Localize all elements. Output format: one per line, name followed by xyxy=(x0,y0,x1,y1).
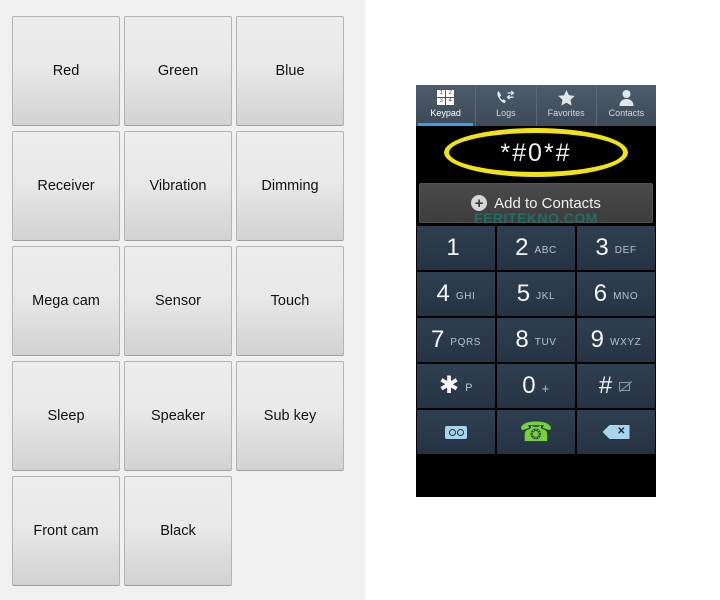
grid-button-label: Front cam xyxy=(33,522,99,539)
tab-label: Logs xyxy=(496,108,516,118)
grid-button-label: Vibration xyxy=(149,177,207,194)
grid-button-green[interactable]: Green xyxy=(124,16,232,126)
key-digit: 3 xyxy=(595,234,609,261)
key-digit: 8 xyxy=(515,326,529,353)
key-letters: GHI xyxy=(455,290,476,302)
grid-button-dimming[interactable]: Dimming xyxy=(236,131,344,241)
grid-button-label: Touch xyxy=(270,292,310,309)
grid-button-label: Speaker xyxy=(150,407,205,424)
grid-button-label: Sensor xyxy=(155,292,201,309)
key-9[interactable]: 9 WXYZ xyxy=(577,318,655,362)
dialed-number-text: *#0*# xyxy=(500,139,572,167)
add-to-contacts-button[interactable]: + Add to Contacts FERITEKNO.COM xyxy=(419,183,653,226)
tab-label: Favorites xyxy=(547,108,585,118)
key-letters: WXYZ xyxy=(610,336,642,348)
key-2[interactable]: 2 ABC xyxy=(497,226,575,270)
key-letters: P xyxy=(465,382,474,394)
tab-favorites[interactable]: Favorites xyxy=(537,85,597,126)
grid-button-label: Sleep xyxy=(47,407,85,424)
grid-button-receiver[interactable]: Receiver xyxy=(12,131,120,241)
key-letters: DEF xyxy=(614,244,637,256)
key-digit: 6 xyxy=(593,280,608,307)
person-icon xyxy=(618,88,635,107)
backspace-key[interactable]: ✕ xyxy=(577,410,655,454)
grid-empty-cell xyxy=(236,476,344,586)
key-hash[interactable]: # xyxy=(577,364,655,408)
dialer-tab-bar: 1234 Keypad Logs Favorites Contacts xyxy=(416,85,656,126)
key-letters: + xyxy=(541,380,550,396)
key-6[interactable]: 6 MNO xyxy=(577,272,655,316)
tab-logs[interactable]: Logs xyxy=(476,85,537,126)
key-8[interactable]: 8 TUV xyxy=(497,318,575,362)
grid-button-mega-cam[interactable]: Mega cam xyxy=(12,246,120,356)
key-5[interactable]: 5 JKL xyxy=(497,272,575,316)
key-digit: 9 xyxy=(590,326,605,353)
tab-label: Keypad xyxy=(430,108,461,118)
grid-button-label: Red xyxy=(52,62,80,79)
key-digit: 2 xyxy=(515,234,529,261)
grid-button-red[interactable]: Red xyxy=(12,16,120,126)
key-digit: 4 xyxy=(436,280,450,307)
key-4[interactable]: 4 GHI xyxy=(417,272,495,316)
key-letters: PQRS xyxy=(450,336,482,348)
grid-button-blue[interactable]: Blue xyxy=(236,16,344,126)
backspace-icon: ✕ xyxy=(602,425,630,439)
watermark-text: FERITEKNO.COM xyxy=(474,210,598,226)
dialer-keypad: 1 2 ABC 3 DEF 4 GHI 5 JKL 6 MNO 7 PQRS 8 xyxy=(416,226,656,457)
grid-button-label: Dimming xyxy=(261,177,319,194)
grid-button-label: Mega cam xyxy=(32,292,100,309)
key-digit: 5 xyxy=(516,280,531,307)
add-to-contacts-label: Add to Contacts xyxy=(494,194,601,212)
service-mode-button-grid: Red Green Blue Receiver Vibration Dimmin… xyxy=(12,16,352,586)
grid-button-label: Sub key xyxy=(263,407,317,424)
key-0[interactable]: 0 + xyxy=(497,364,575,408)
dialed-number-display[interactable]: *#0*# xyxy=(416,126,656,181)
grid-button-vibration[interactable]: Vibration xyxy=(124,131,232,241)
keypad-icon: 1234 xyxy=(437,88,455,107)
tab-keypad[interactable]: 1234 Keypad xyxy=(416,85,477,126)
tab-label: Contacts xyxy=(608,108,645,118)
plus-circle-icon: + xyxy=(471,195,488,211)
grid-button-sleep[interactable]: Sleep xyxy=(12,361,120,471)
voicemail-key[interactable] xyxy=(417,410,495,454)
service-mode-panel: Red Green Blue Receiver Vibration Dimmin… xyxy=(0,0,365,600)
grid-button-label: Blue xyxy=(275,62,305,79)
key-digit: # xyxy=(598,372,613,399)
voicemail-icon xyxy=(445,425,467,439)
key-3[interactable]: 3 DEF xyxy=(577,226,655,270)
key-letters: TUV xyxy=(534,336,557,348)
key-digit: ✱ xyxy=(438,372,460,399)
key-letters: MNO xyxy=(613,290,639,302)
grid-button-black[interactable]: Black xyxy=(124,476,232,586)
key-letters: JKL xyxy=(536,290,556,302)
tab-contacts[interactable]: Contacts xyxy=(597,85,656,126)
key-1[interactable]: 1 xyxy=(417,226,495,270)
grid-button-label: Receiver xyxy=(37,177,95,194)
key-star[interactable]: ✱ P xyxy=(417,364,495,408)
call-key[interactable]: ☎ xyxy=(497,410,575,454)
star-icon xyxy=(557,88,576,107)
android-dialer-screenshot: 1234 Keypad Logs Favorites Contacts *#0*… xyxy=(416,85,656,497)
grid-button-sensor[interactable]: Sensor xyxy=(124,246,232,356)
grid-button-speaker[interactable]: Speaker xyxy=(124,361,232,471)
mute-icon xyxy=(619,381,633,393)
key-digit: 1 xyxy=(446,234,460,261)
key-digit: 0 xyxy=(522,372,536,399)
grid-button-front-cam[interactable]: Front cam xyxy=(12,476,120,586)
grid-button-label: Black xyxy=(160,522,196,539)
key-letters: ABC xyxy=(534,244,557,256)
grid-button-sub-key[interactable]: Sub key xyxy=(236,361,344,471)
grid-button-label: Green xyxy=(157,62,199,79)
key-7[interactable]: 7 PQRS xyxy=(417,318,495,362)
call-logs-icon xyxy=(496,88,515,107)
call-handset-icon: ☎ xyxy=(519,416,553,447)
key-digit: 7 xyxy=(430,326,445,353)
grid-button-touch[interactable]: Touch xyxy=(236,246,344,356)
